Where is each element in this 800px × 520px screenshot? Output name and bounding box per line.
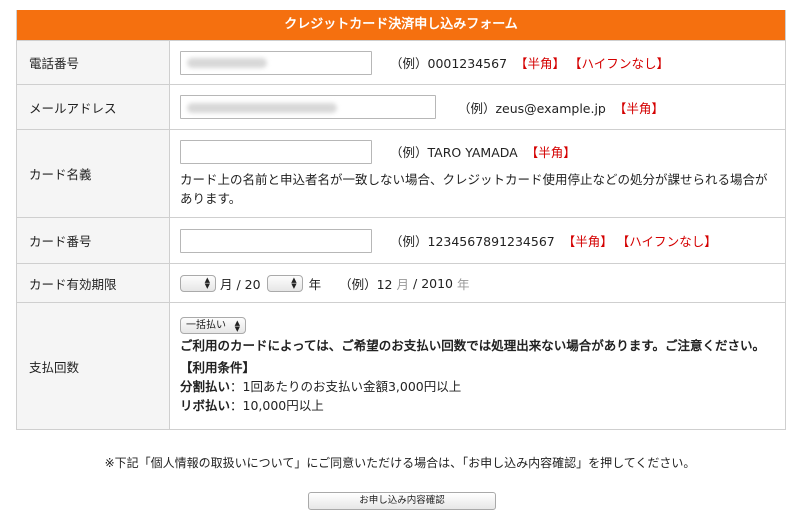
expiry-example-sep: / 2010: [413, 275, 454, 291]
expiry-example-prefix: （例）12: [339, 276, 393, 292]
row-payment: 支払回数 一括払い ▲ ▼ ご利用のカードによっては、ご希望のお支払い回数では処理…: [17, 302, 785, 429]
expiry-year-unit: 年: [308, 276, 322, 292]
phone-input[interactable]: [180, 50, 372, 75]
payment-warning: ご利用のカードによっては、ご希望のお支払い回数では処理出来ない場合があります。ご…: [180, 338, 766, 353]
row-phone: 電話番号 （例）0001234567 【半角】 【ハイフンなし】: [17, 40, 785, 84]
confirm-button[interactable]: お申し込み内容確認: [308, 492, 496, 510]
installment-label: 分割払い: [180, 379, 231, 394]
expiry-label: カード有効期限: [17, 264, 170, 302]
expiry-month-select[interactable]: ▲ ▼: [180, 274, 216, 292]
card-number-input[interactable]: [180, 228, 372, 253]
phone-tag-nohyphen: 【ハイフンなし】: [569, 56, 670, 71]
card-name-example: （例）TARO YAMADA: [390, 145, 518, 160]
expiry-example-month-unit: 月: [396, 276, 410, 292]
card-number-label: カード番号: [17, 218, 170, 263]
row-card-number: カード番号 （例）1234567891234567 【半角】 【ハイフンなし】: [17, 217, 785, 263]
payment-count-select[interactable]: 一括払い ▲ ▼: [180, 317, 246, 334]
card-number-tag-halfwidth: 【半角】: [562, 234, 613, 249]
email-label: メールアドレス: [17, 85, 170, 129]
card-name-tag-halfwidth: 【半角】: [525, 145, 576, 160]
email-tag-halfwidth: 【半角】: [613, 100, 664, 116]
installment-text: ：1回あたりのお支払い金額3,000円以上: [230, 379, 462, 394]
card-number-tag-nohyphen: 【ハイフンなし】: [616, 234, 717, 249]
select-arrows-icon: ▲ ▼: [204, 276, 210, 290]
card-name-input[interactable]: [180, 139, 372, 164]
expiry-example-year-unit: 年: [457, 276, 470, 292]
expiry-month-unit: 月 / 20: [220, 276, 261, 292]
phone-tag-halfwidth: 【半角】: [515, 56, 566, 71]
row-card-name: カード名義 （例）TARO YAMADA 【半角】 カード上の名前と申込者名が一…: [17, 129, 785, 217]
payment-select-value: 一括払い: [186, 320, 226, 331]
email-example: （例）zeus@example.jp: [458, 100, 606, 116]
card-name-label: カード名義: [17, 130, 170, 217]
phone-example: （例）0001234567: [390, 56, 508, 71]
email-input[interactable]: [180, 95, 436, 119]
expiry-year-select[interactable]: ▲ ▼: [266, 274, 303, 292]
card-name-note: カード上の名前と申込者名が一致しない場合、クレジットカード使用停止などの処分が課…: [180, 171, 768, 206]
card-number-example: （例）1234567891234567: [390, 234, 555, 249]
installment-condition: 分割払い：1回あたりのお支払い金額3,000円以上: [180, 377, 775, 396]
payment-form: クレジットカード決済申し込みフォーム 電話番号 （例）0001234567 【半…: [16, 10, 786, 430]
select-arrows-icon: ▲ ▼: [291, 276, 297, 290]
select-arrows-icon: ▲ ▼: [234, 318, 240, 333]
row-email: メールアドレス （例）zeus@example.jp 【半角】: [17, 84, 785, 129]
revolving-text: ：10,000円以上: [230, 398, 324, 413]
payment-label: 支払回数: [17, 303, 170, 429]
form-title: クレジットカード決済申し込みフォーム: [17, 10, 785, 40]
consent-note: ※下記「個人情報の取扱いについて」にご同意いただける場合は、「お申し込み内容確認…: [104, 456, 696, 470]
revolving-condition: リボ払い：10,000円以上: [180, 396, 775, 415]
row-expiry: カード有効期限 ▲ ▼ 月 / 20 ▲ ▼ 年 （例）12 月 / 2010 年: [17, 263, 785, 302]
revolving-label: リボ払い: [180, 398, 231, 413]
conditions-title: 【利用条件】: [180, 360, 256, 375]
phone-label: 電話番号: [17, 41, 170, 84]
